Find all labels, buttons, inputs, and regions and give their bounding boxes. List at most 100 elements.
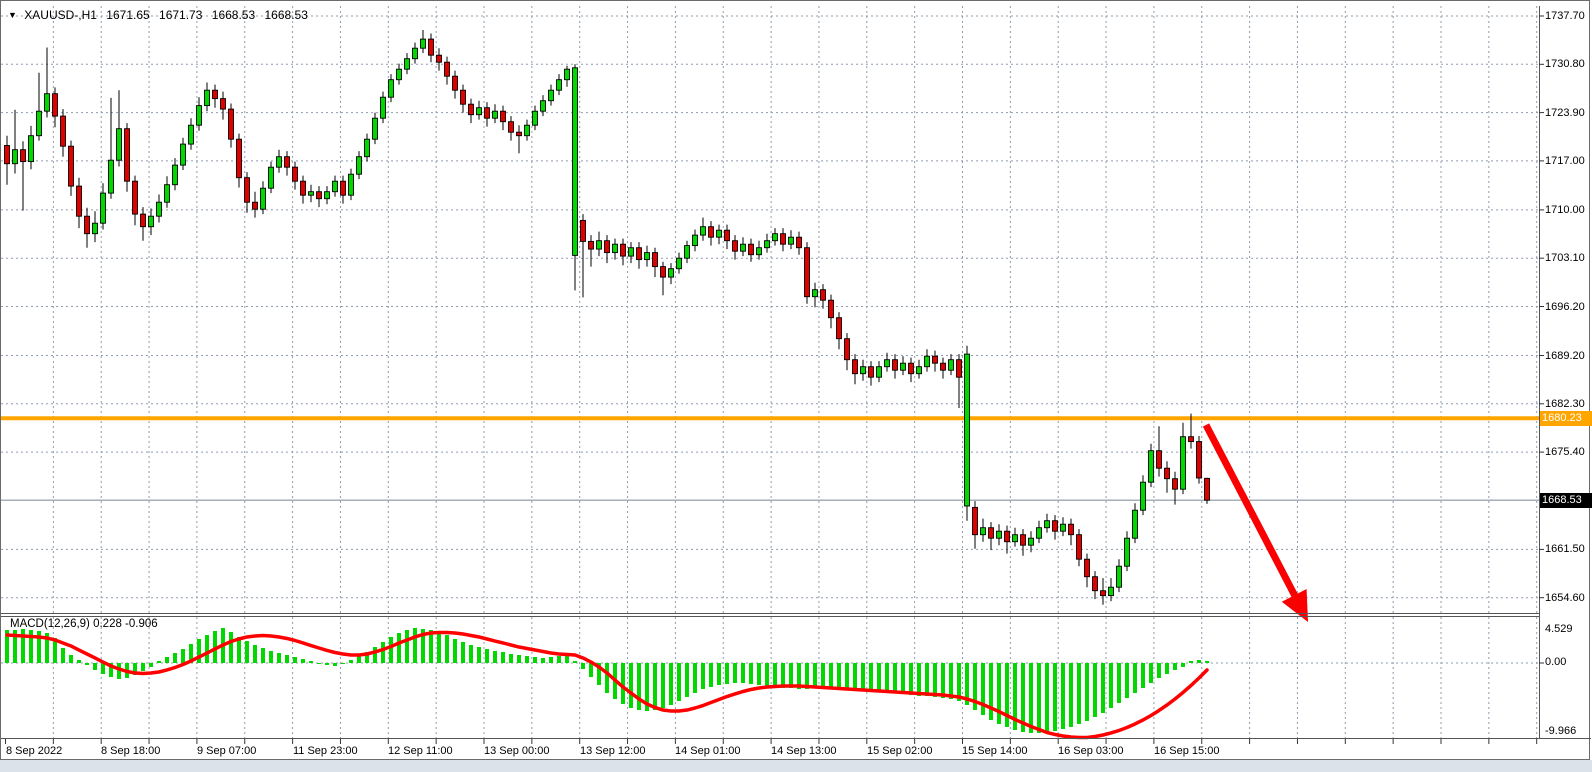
macd-histogram-bar bbox=[389, 637, 393, 663]
candle-body bbox=[205, 90, 210, 105]
macd-histogram-bar bbox=[981, 663, 985, 715]
macd-histogram-bar bbox=[453, 639, 457, 663]
macd-histogram-bar bbox=[781, 663, 785, 688]
candle-body bbox=[5, 146, 10, 164]
candle-body bbox=[1045, 521, 1050, 528]
macd-histogram-bar bbox=[261, 648, 265, 663]
macd-histogram-bar bbox=[61, 648, 65, 663]
macd-histogram-bar bbox=[717, 663, 721, 685]
candle-body bbox=[1005, 531, 1010, 542]
macd-histogram-bar bbox=[829, 663, 833, 687]
candle-body bbox=[965, 354, 970, 506]
candle-body bbox=[181, 144, 186, 165]
candle-body bbox=[941, 363, 946, 370]
macd-histogram-bar bbox=[485, 649, 489, 663]
candle-body bbox=[245, 178, 250, 203]
macd-histogram-bar bbox=[557, 656, 561, 663]
macd-histogram-bar bbox=[1069, 663, 1073, 727]
candle-body bbox=[69, 146, 74, 186]
macd-histogram-bar bbox=[181, 649, 185, 663]
macd-histogram-bar bbox=[1093, 663, 1097, 717]
macd-histogram-bar bbox=[1117, 663, 1121, 703]
candle-body bbox=[317, 192, 322, 199]
candle-body bbox=[101, 193, 106, 223]
candle-body bbox=[621, 244, 626, 256]
macd-histogram-bar bbox=[205, 635, 209, 663]
candle-body bbox=[357, 157, 362, 175]
candle-body bbox=[701, 227, 706, 235]
macd-histogram-bar bbox=[813, 663, 817, 688]
candle-body bbox=[221, 99, 226, 110]
candle-body bbox=[229, 109, 234, 139]
macd-histogram-bar bbox=[669, 663, 673, 705]
candle-body bbox=[461, 90, 466, 104]
candle-body bbox=[1109, 587, 1114, 595]
macd-histogram-bar bbox=[1061, 663, 1065, 729]
candle-body bbox=[37, 111, 42, 136]
candle-body bbox=[829, 300, 834, 318]
macd-histogram-bar bbox=[909, 663, 913, 695]
macd-histogram-bar bbox=[1133, 663, 1137, 693]
macd-histogram-bar bbox=[149, 663, 153, 667]
candle-body bbox=[453, 76, 458, 90]
macd-histogram-bar bbox=[837, 663, 841, 688]
candle-body bbox=[677, 258, 682, 269]
macd-histogram-bar bbox=[725, 663, 729, 684]
candle-body bbox=[853, 360, 858, 374]
candle-body bbox=[437, 55, 442, 62]
candle-body bbox=[133, 181, 138, 214]
macd-histogram-bar bbox=[541, 658, 545, 663]
candle-body bbox=[365, 139, 370, 157]
macd-histogram-bar bbox=[589, 663, 593, 677]
chart-canvas[interactable] bbox=[1, 1, 1592, 761]
macd-axis-min-label: -9.966 bbox=[1545, 725, 1576, 737]
candle-body bbox=[957, 360, 962, 378]
macd-histogram-bar bbox=[1085, 663, 1089, 721]
macd-histogram-bar bbox=[533, 657, 537, 663]
candle-body bbox=[93, 223, 98, 234]
candle-body bbox=[709, 227, 714, 238]
macd-histogram-bar bbox=[1165, 663, 1169, 674]
macd-histogram-bar bbox=[341, 663, 345, 664]
macd-histogram-bar bbox=[381, 642, 385, 663]
candle-body bbox=[693, 235, 698, 246]
macd-histogram-bar bbox=[885, 663, 889, 692]
candle-body bbox=[525, 125, 530, 136]
candle-body bbox=[269, 167, 274, 188]
macd-histogram-bar bbox=[517, 655, 521, 663]
candle-body bbox=[741, 244, 746, 251]
candle-body bbox=[21, 150, 26, 162]
candle-body bbox=[917, 367, 922, 374]
macd-histogram-bar bbox=[693, 663, 697, 693]
candle-body bbox=[85, 216, 90, 234]
candle-body bbox=[165, 185, 170, 203]
macd-axis-max-label: 4.529 bbox=[1545, 623, 1573, 635]
symbol-dropdown-icon[interactable]: ▼ bbox=[8, 10, 17, 20]
macd-histogram-bar bbox=[1077, 663, 1081, 724]
candle-body bbox=[1101, 591, 1106, 596]
candle-body bbox=[949, 360, 954, 371]
candle-body bbox=[1053, 521, 1058, 532]
macd-histogram-bar bbox=[461, 642, 465, 663]
macd-histogram-bar bbox=[165, 657, 169, 663]
candle-body bbox=[149, 216, 154, 227]
candle-body bbox=[349, 174, 354, 195]
candle-body bbox=[1085, 559, 1090, 577]
candle-body bbox=[597, 241, 602, 249]
candle-body bbox=[189, 125, 194, 144]
candle-body bbox=[333, 181, 338, 192]
macd-histogram-bar bbox=[325, 663, 329, 665]
macd-histogram-bar bbox=[413, 628, 417, 663]
candle-body bbox=[541, 101, 546, 112]
macd-histogram-bar bbox=[293, 657, 297, 663]
candle-body bbox=[1189, 437, 1194, 442]
macd-histogram-bar bbox=[469, 645, 473, 663]
candle-body bbox=[981, 528, 986, 535]
macd-histogram-bar bbox=[685, 663, 689, 697]
macd-histogram-bar bbox=[989, 663, 993, 720]
macd-histogram-bar bbox=[349, 660, 353, 663]
candle-body bbox=[997, 531, 1002, 538]
candle-body bbox=[645, 253, 650, 260]
candle-body bbox=[589, 241, 594, 249]
candle-body bbox=[613, 244, 618, 252]
